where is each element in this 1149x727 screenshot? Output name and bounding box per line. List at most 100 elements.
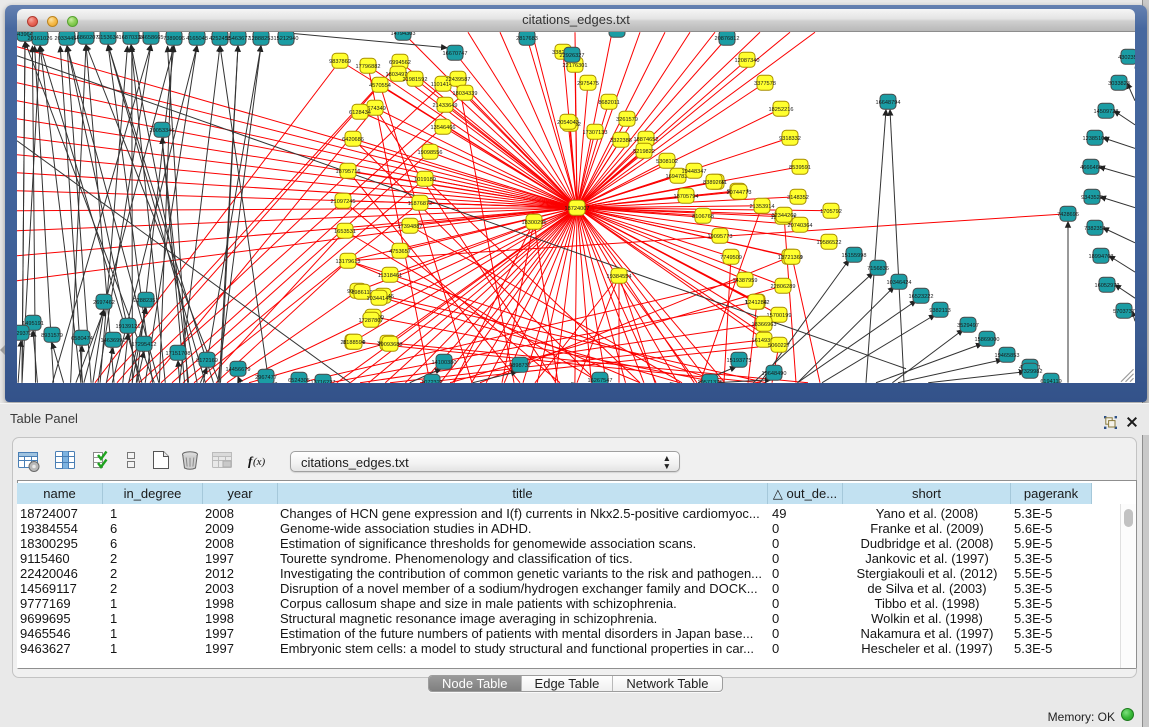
svg-text:8931579: 8931579 bbox=[41, 332, 63, 338]
svg-text:12344269: 12344269 bbox=[772, 212, 797, 218]
svg-text:7389096: 7389096 bbox=[163, 35, 185, 41]
svg-text:14387959: 14387959 bbox=[733, 277, 758, 283]
svg-text:18034339: 18034339 bbox=[453, 90, 478, 96]
svg-text:9343522: 9343522 bbox=[1081, 194, 1103, 200]
svg-text:16052972: 16052972 bbox=[1095, 282, 1120, 288]
svg-text:2054043: 2054043 bbox=[557, 119, 579, 125]
svg-text:10346424: 10346424 bbox=[887, 279, 912, 285]
svg-text:7382351: 7382351 bbox=[1084, 225, 1106, 231]
svg-text:20876812: 20876812 bbox=[715, 35, 740, 41]
svg-text:2697462: 2697462 bbox=[93, 299, 115, 305]
svg-text:3529497: 3529497 bbox=[957, 322, 979, 328]
svg-text:3377578: 3377578 bbox=[754, 80, 776, 86]
svg-text:1072322: 1072322 bbox=[421, 379, 443, 382]
svg-text:8721369: 8721369 bbox=[781, 254, 803, 260]
svg-text:10344146: 10344146 bbox=[367, 295, 392, 301]
svg-text:1019189: 1019189 bbox=[414, 176, 436, 182]
svg-text:15463677: 15463677 bbox=[226, 35, 251, 41]
svg-text:17307133: 17307133 bbox=[583, 129, 608, 135]
svg-text:18300295: 18300295 bbox=[522, 219, 547, 225]
svg-text:20740364: 20740364 bbox=[788, 222, 813, 228]
svg-text:5703737: 5703737 bbox=[1113, 308, 1135, 314]
svg-text:19648490: 19648490 bbox=[762, 370, 787, 376]
svg-text:18795716: 18795716 bbox=[336, 168, 361, 174]
svg-text:9898737: 9898737 bbox=[509, 362, 531, 368]
svg-text:19586522: 19586522 bbox=[817, 239, 842, 245]
svg-text:18874652: 18874652 bbox=[634, 136, 659, 142]
svg-text:19384554: 19384554 bbox=[607, 273, 632, 279]
svg-text:4753657: 4753657 bbox=[389, 248, 411, 254]
svg-text:13716227: 13716227 bbox=[311, 379, 336, 382]
svg-text:16670747: 16670747 bbox=[443, 50, 468, 56]
svg-text:22439587: 22439587 bbox=[446, 76, 471, 82]
svg-text:22682194: 22682194 bbox=[605, 32, 630, 34]
svg-text:8682011: 8682011 bbox=[598, 99, 619, 105]
svg-text:19465853: 19465853 bbox=[995, 352, 1020, 358]
svg-text:15193775: 15193775 bbox=[727, 357, 752, 363]
svg-text:3322386: 3322386 bbox=[610, 137, 632, 143]
svg-text:14636992: 14636992 bbox=[101, 337, 126, 343]
svg-text:22882351: 22882351 bbox=[134, 297, 159, 303]
svg-text:21097245: 21097245 bbox=[331, 198, 356, 204]
svg-text:2975475: 2975475 bbox=[577, 80, 599, 86]
svg-text:4129379: 4129379 bbox=[17, 330, 32, 336]
svg-text:(x): (x) bbox=[253, 456, 266, 468]
svg-text:4302355: 4302355 bbox=[1118, 54, 1135, 60]
svg-text:17287807: 17287807 bbox=[359, 317, 384, 323]
svg-text:7749509: 7749509 bbox=[720, 254, 742, 260]
svg-text:13546466: 13546466 bbox=[431, 124, 456, 130]
svg-text:14100380: 14100380 bbox=[432, 359, 457, 365]
svg-text:3261579: 3261579 bbox=[616, 116, 638, 122]
svg-text:12888253: 12888253 bbox=[249, 35, 274, 41]
svg-text:17295412: 17295412 bbox=[132, 341, 157, 347]
svg-text:6524305: 6524305 bbox=[288, 377, 310, 382]
svg-text:6194119: 6194119 bbox=[1040, 378, 1061, 382]
svg-text:4165048: 4165048 bbox=[186, 35, 208, 41]
svg-text:2967477: 2967477 bbox=[255, 374, 277, 380]
svg-text:8172169: 8172169 bbox=[196, 357, 218, 363]
svg-text:18994763: 18994763 bbox=[1089, 253, 1114, 259]
svg-text:14658665: 14658665 bbox=[139, 34, 164, 40]
svg-text:19095773: 19095773 bbox=[708, 233, 733, 239]
svg-text:20053346: 20053346 bbox=[150, 127, 175, 133]
svg-text:1653531: 1653531 bbox=[334, 228, 356, 234]
svg-text:6994562: 6994562 bbox=[389, 59, 411, 65]
svg-text:9153634: 9153634 bbox=[97, 34, 119, 40]
svg-text:6420686: 6420686 bbox=[342, 136, 364, 142]
svg-text:17796882: 17796882 bbox=[356, 63, 381, 69]
svg-text:8188594: 8188594 bbox=[343, 339, 365, 345]
svg-text:15212940: 15212940 bbox=[274, 35, 299, 41]
svg-text:1705792: 1705792 bbox=[820, 208, 842, 214]
svg-text:4570554: 4570554 bbox=[369, 82, 391, 88]
svg-text:8539591: 8539591 bbox=[789, 164, 811, 170]
svg-text:20744773: 20744773 bbox=[727, 189, 752, 195]
svg-text:5219822: 5219822 bbox=[633, 148, 655, 154]
svg-text:17394887: 17394887 bbox=[398, 223, 423, 229]
svg-text:14509728: 14509728 bbox=[1094, 108, 1119, 114]
svg-text:11318461: 11318461 bbox=[378, 272, 402, 278]
svg-text:22176301: 22176301 bbox=[563, 62, 588, 68]
svg-text:3148352: 3148352 bbox=[787, 194, 809, 200]
svg-text:14456679: 14456679 bbox=[226, 366, 251, 372]
svg-text:18705794: 18705794 bbox=[674, 193, 699, 199]
svg-text:9318332: 9318332 bbox=[779, 135, 801, 141]
svg-text:12087340: 12087340 bbox=[735, 57, 760, 63]
svg-text:16267547: 16267547 bbox=[588, 377, 613, 382]
svg-text:13179613: 13179613 bbox=[336, 258, 361, 264]
svg-text:18724007: 18724007 bbox=[565, 205, 590, 211]
svg-text:22926327: 22926327 bbox=[560, 52, 585, 58]
svg-text:8389269: 8389269 bbox=[703, 179, 725, 185]
svg-text:20161026: 20161026 bbox=[28, 35, 53, 41]
svg-text:4666460: 4666460 bbox=[1080, 164, 1102, 170]
svg-text:5060227: 5060227 bbox=[768, 342, 790, 348]
svg-text:18252216: 18252216 bbox=[769, 106, 794, 112]
svg-text:15155998: 15155998 bbox=[842, 252, 867, 258]
svg-text:19093688: 19093688 bbox=[378, 341, 403, 347]
svg-text:21981592: 21981592 bbox=[403, 76, 428, 82]
svg-text:1241284: 1241284 bbox=[745, 299, 767, 305]
svg-text:16523222: 16523222 bbox=[909, 293, 934, 299]
svg-text:16860207: 16860207 bbox=[74, 34, 99, 40]
svg-text:12385106: 12385106 bbox=[1083, 135, 1108, 141]
svg-text:17151708: 17151708 bbox=[166, 350, 191, 356]
svg-text:14794303: 14794303 bbox=[391, 32, 416, 37]
